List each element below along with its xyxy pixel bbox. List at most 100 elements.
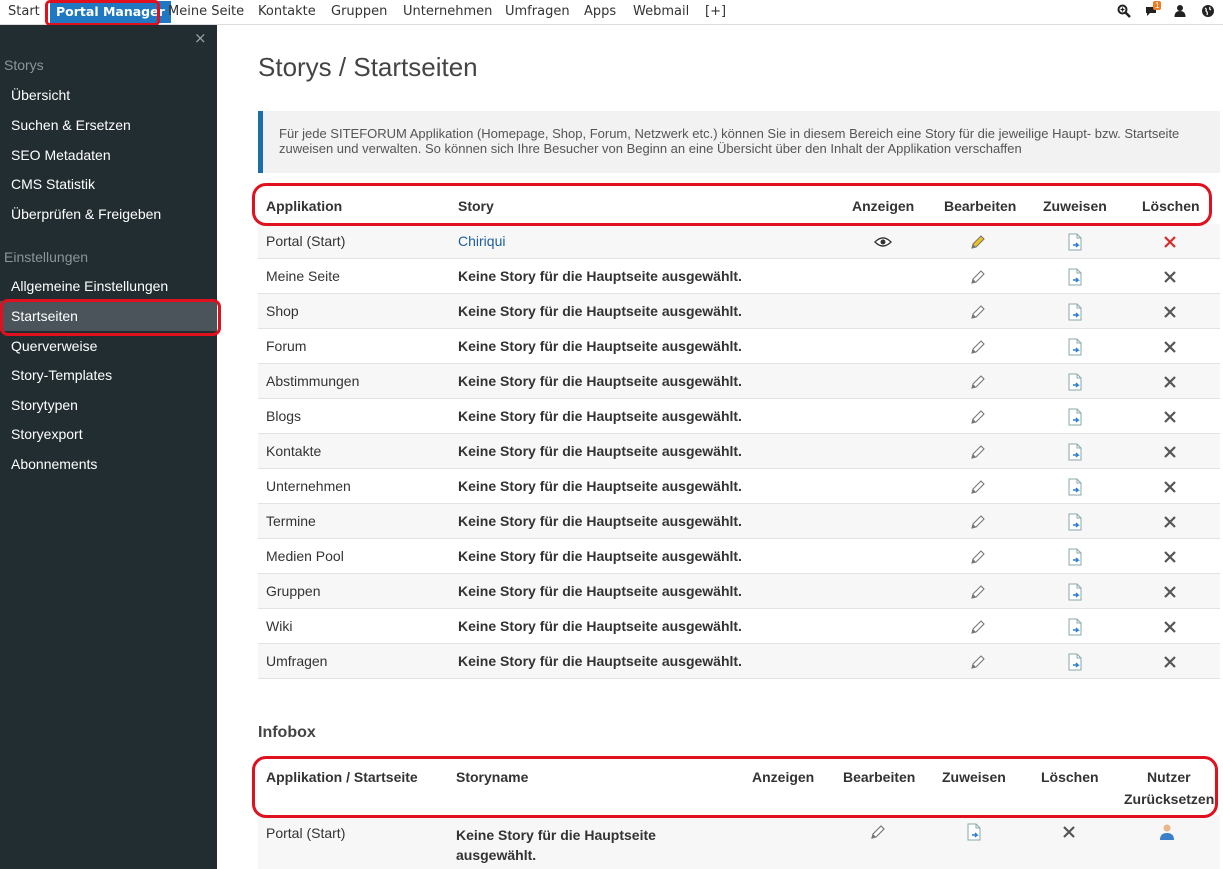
row-app: Medien Pool [266, 548, 344, 564]
edit-pencil-icon[interactable] [869, 823, 887, 841]
edit-pencil-icon[interactable] [969, 233, 987, 251]
assign-document-icon[interactable] [1066, 233, 1084, 251]
sidebar-item-allgemeine-einstellungen[interactable]: Allgemeine Einstellungen [11, 278, 168, 294]
row-story: Keine Story für die Hauptseite ausgewähl… [458, 653, 742, 669]
sidebar-item-suchen-ersetzen[interactable]: Suchen & Ersetzen [11, 117, 131, 133]
edit-pencil-icon[interactable] [969, 303, 987, 321]
edit-pencil-icon[interactable] [969, 443, 987, 461]
row-story: Keine Story für die Hauptseite ausgewähl… [458, 478, 742, 494]
row-story[interactable]: Chiriqui [458, 233, 505, 249]
info-box: Für jede SITEFORUM Applikation (Homepage… [258, 111, 1220, 173]
delete-x-icon[interactable] [1161, 513, 1179, 531]
assign-document-icon[interactable] [1066, 618, 1084, 636]
ib-header-anzeigen: Anzeigen [752, 769, 815, 785]
ib-header-nutzer: Nutzer [1147, 769, 1191, 785]
edit-pencil-icon[interactable] [969, 478, 987, 496]
edit-pencil-icon[interactable] [969, 408, 987, 426]
nav-unternehmen[interactable]: Unternehmen [403, 0, 492, 25]
delete-x-icon[interactable] [1161, 583, 1179, 601]
row-story: Keine Story für die Hauptseite ausgewähl… [458, 373, 742, 389]
nav-apps[interactable]: Apps [584, 0, 616, 25]
nav-add[interactable]: [+] [705, 0, 726, 25]
sidebar: × Storys Übersicht Suchen & Ersetzen SEO… [0, 25, 217, 869]
nav-start[interactable]: Start [8, 0, 40, 25]
top-icons: 1 [1117, 1, 1215, 18]
delete-x-icon[interactable] [1161, 548, 1179, 566]
nav-umfragen[interactable]: Umfragen [505, 0, 570, 25]
assign-document-icon[interactable] [1066, 583, 1084, 601]
table-header: Applikation Story Anzeigen Bearbeiten Zu… [258, 188, 1220, 224]
nav-meine-seite[interactable]: Meine Seite [168, 0, 244, 25]
nav-portal-manager[interactable]: Portal Manager [50, 1, 171, 23]
edit-pencil-icon[interactable] [969, 373, 987, 391]
assign-document-icon[interactable] [1066, 478, 1084, 496]
row-story: Keine Story für die Hauptseite ausgewähl… [458, 583, 742, 599]
sidebar-item-ueberpruefen[interactable]: Überprüfen & Freigeben [11, 206, 161, 222]
assign-document-icon[interactable] [1066, 373, 1084, 391]
edit-pencil-icon[interactable] [969, 338, 987, 356]
sidebar-item-abonnements[interactable]: Abonnements [11, 456, 97, 472]
assign-document-icon[interactable] [965, 823, 983, 841]
reset-user-icon[interactable] [1158, 823, 1176, 841]
delete-x-icon[interactable] [1161, 443, 1179, 461]
table-row: Medien Pool Keine Story für die Hauptseit… [258, 539, 1220, 574]
delete-x-icon[interactable] [1161, 478, 1179, 496]
assign-document-icon[interactable] [1066, 338, 1084, 356]
header-zuweisen: Zuweisen [1043, 198, 1107, 214]
row-app: Kontakte [266, 443, 322, 459]
row-app: Forum [266, 338, 307, 354]
delete-x-icon[interactable] [1161, 303, 1179, 321]
nav-gruppen[interactable]: Gruppen [331, 0, 387, 25]
assign-document-icon[interactable] [1066, 443, 1084, 461]
sidebar-item-storytypen[interactable]: Storytypen [11, 397, 78, 413]
edit-pencil-icon[interactable] [969, 583, 987, 601]
edit-pencil-icon[interactable] [969, 618, 987, 636]
assign-document-icon[interactable] [1066, 653, 1084, 671]
assign-document-icon[interactable] [1066, 268, 1084, 286]
sidebar-item-cms-statistik[interactable]: CMS Statistik [11, 176, 95, 192]
search-zoom-icon[interactable] [1117, 4, 1131, 18]
delete-x-icon[interactable] [1161, 268, 1179, 286]
assign-document-icon[interactable] [1066, 408, 1084, 426]
delete-x-icon[interactable] [1161, 408, 1179, 426]
edit-pencil-icon[interactable] [969, 513, 987, 531]
edit-pencil-icon[interactable] [969, 548, 987, 566]
close-sidebar-icon[interactable]: × [194, 29, 207, 47]
globe-icon[interactable] [1201, 4, 1215, 18]
table-row: Abstimmungen Keine Story für die Hauptsei… [258, 364, 1220, 399]
view-eye-icon[interactable] [874, 233, 892, 251]
assign-document-icon[interactable] [1066, 303, 1084, 321]
header-applikation: Applikation [266, 198, 343, 214]
delete-x-icon[interactable] [1161, 233, 1179, 251]
table-row: Kontakte Keine Story für die Hauptseite a… [258, 434, 1220, 469]
sidebar-item-uebersicht[interactable]: Übersicht [11, 87, 70, 103]
row-app: Blogs [266, 408, 302, 424]
assign-document-icon[interactable] [1066, 548, 1084, 566]
ib-header-applikation: Applikation / Startseite [266, 769, 418, 785]
startseiten-table: Applikation Story Anzeigen Bearbeiten Zu… [258, 188, 1220, 679]
sidebar-section-storys: Storys [4, 57, 44, 73]
notification-badge: 1 [1153, 1, 1162, 10]
row-story: Keine Story für die Hauptseite ausgewähl… [458, 443, 742, 459]
delete-x-icon[interactable] [1161, 373, 1179, 391]
chat-icon[interactable]: 1 [1145, 1, 1162, 18]
sidebar-item-storyexport[interactable]: Storyexport [11, 426, 83, 442]
sidebar-item-querverweise[interactable]: Querverweise [11, 338, 97, 354]
delete-x-icon[interactable] [1161, 338, 1179, 356]
user-icon[interactable] [1173, 4, 1187, 18]
delete-x-icon[interactable] [1161, 653, 1179, 671]
sidebar-item-startseiten[interactable]: Startseiten [0, 301, 217, 331]
nav-webmail[interactable]: Webmail [633, 0, 689, 25]
header-story: Story [458, 198, 494, 214]
edit-pencil-icon[interactable] [969, 268, 987, 286]
delete-x-icon[interactable] [1161, 618, 1179, 636]
nav-kontakte[interactable]: Kontakte [258, 0, 316, 25]
row-story: Keine Story für die Hauptseite ausgewähl… [458, 268, 742, 284]
table-row: Blogs Keine Story für die Hauptseite ausg… [258, 399, 1220, 434]
sidebar-item-seo-metadaten[interactable]: SEO Metadaten [11, 147, 111, 163]
delete-x-icon[interactable] [1060, 823, 1078, 841]
header-bearbeiten: Bearbeiten [944, 198, 1017, 214]
edit-pencil-icon[interactable] [969, 653, 987, 671]
assign-document-icon[interactable] [1066, 513, 1084, 531]
sidebar-item-story-templates[interactable]: Story-Templates [11, 367, 112, 383]
